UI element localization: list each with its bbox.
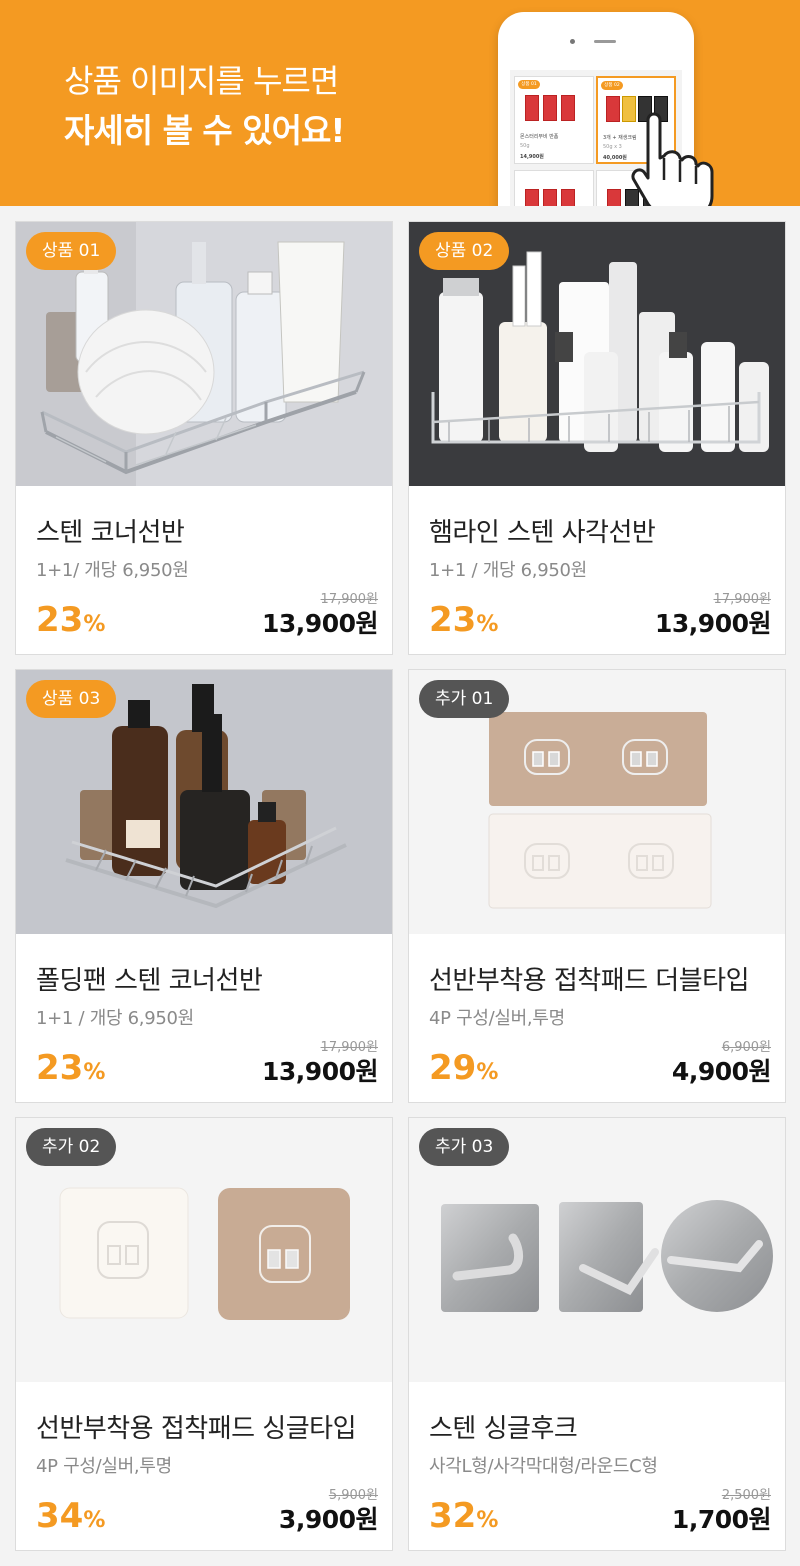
discount-unit: % — [83, 612, 106, 637]
discount-rate: 34% — [36, 1496, 105, 1536]
discount-value: 34 — [36, 1496, 84, 1536]
product-title[interactable]: 폴딩팬 스텐 코너선반 — [36, 960, 263, 997]
discount-rate: 23% — [429, 600, 498, 640]
product-title[interactable]: 선반부착용 접착패드 싱글타입 — [36, 1408, 357, 1445]
preview-product-size: 50g — [520, 143, 530, 149]
sale-price: 13,900원 — [655, 609, 771, 638]
discount-value: 29 — [429, 1048, 477, 1088]
preview-product-size: 50g x 3 — [603, 144, 622, 150]
phone-camera-icon — [570, 39, 575, 44]
product-card[interactable]: 추가 02 선반부착용 접착패드 싱글타입 4P 구성/실버,투명 34% 5,… — [15, 1117, 393, 1551]
preview-product-price: 14,900원 — [520, 154, 544, 160]
product-subtitle: 1+1 / 개당 6,950원 — [429, 560, 587, 581]
discount-unit: % — [476, 1060, 499, 1085]
product-title[interactable]: 선반부착용 접착패드 더블타입 — [429, 960, 750, 997]
sale-price: 3,900원 — [278, 1505, 379, 1534]
sale-price: 1,700원 — [671, 1505, 772, 1534]
top-banner: 상품 이미지를 누르면 자세히 볼 수 있어요! 상품 01 몬스터리무비 반폼… — [0, 0, 800, 206]
banner-headline-line2: 자세히 볼 수 있어요! — [64, 111, 345, 150]
product-subtitle: 1+1/ 개당 6,950원 — [36, 560, 189, 581]
preview-badge: 상품 02 — [601, 81, 623, 90]
product-subtitle: 1+1 / 개당 6,950원 — [36, 1008, 194, 1029]
discount-rate: 23% — [36, 600, 105, 640]
product-subtitle: 4P 구성/실버,투명 — [429, 1008, 565, 1029]
product-card[interactable]: 추가 03 스텐 싱글후크 사각L형/사각막대형/라운드C형 32% 2,500… — [408, 1117, 786, 1551]
product-title[interactable]: 햄라인 스텐 사각선반 — [429, 512, 656, 549]
preview-product-price: 40,000원 — [603, 155, 627, 161]
discount-rate: 32% — [429, 1496, 498, 1536]
discount-value: 23 — [36, 600, 84, 640]
product-number-badge: 상품 03 — [26, 680, 117, 718]
product-card[interactable]: 추가 01 선반부착용 접착패드 더블타입 4P 구성/실버,투명 29% 6,… — [408, 669, 786, 1103]
product-number-badge: 추가 02 — [26, 1128, 117, 1166]
phone-speaker-icon — [594, 40, 616, 43]
sale-price: 13,900원 — [262, 609, 378, 638]
preview-product-card — [514, 170, 594, 206]
discount-value: 23 — [429, 600, 477, 640]
product-title[interactable]: 스텐 싱글후크 — [429, 1408, 578, 1445]
preview-product-image — [521, 91, 587, 127]
banner-headline-line1: 상품 이미지를 누르면 — [64, 62, 339, 100]
discount-unit: % — [476, 1508, 499, 1533]
product-title[interactable]: 스텐 코너선반 — [36, 512, 185, 549]
discount-value: 23 — [36, 1048, 84, 1088]
discount-unit: % — [83, 1060, 106, 1085]
preview-product-name: 몬스터리무비 반폼 — [520, 134, 559, 140]
discount-unit: % — [83, 1508, 106, 1533]
discount-rate: 29% — [429, 1048, 498, 1088]
sale-price: 4,900원 — [671, 1057, 772, 1086]
product-number-badge: 상품 01 — [26, 232, 117, 270]
discount-rate: 23% — [36, 1048, 105, 1088]
preview-product-image — [521, 185, 587, 206]
product-card[interactable]: 상품 03 폴딩팬 스텐 코너선반 1+1 / 개당 6,950원 23% 17… — [15, 669, 393, 1103]
product-card[interactable]: 상품 02 햄라인 스텐 사각선반 1+1 / 개당 6,950원 23% 17… — [408, 221, 786, 655]
preview-badge: 상품 01 — [518, 80, 540, 89]
discount-unit: % — [476, 612, 499, 637]
pointing-hand-icon — [631, 112, 714, 206]
preview-product-card: 상품 01 몬스터리무비 반폼 50g 14,900원 — [514, 76, 594, 164]
product-subtitle: 사각L형/사각막대형/라운드C형 — [429, 1456, 658, 1477]
product-number-badge: 상품 02 — [419, 232, 510, 270]
sale-price: 13,900원 — [262, 1057, 378, 1086]
product-card[interactable]: 상품 01 스텐 코너선반 1+1/ 개당 6,950원 23% 17,900원… — [15, 221, 393, 655]
product-number-badge: 추가 01 — [419, 680, 510, 718]
discount-value: 32 — [429, 1496, 477, 1536]
product-number-badge: 추가 03 — [419, 1128, 510, 1166]
product-subtitle: 4P 구성/실버,투명 — [36, 1456, 172, 1477]
